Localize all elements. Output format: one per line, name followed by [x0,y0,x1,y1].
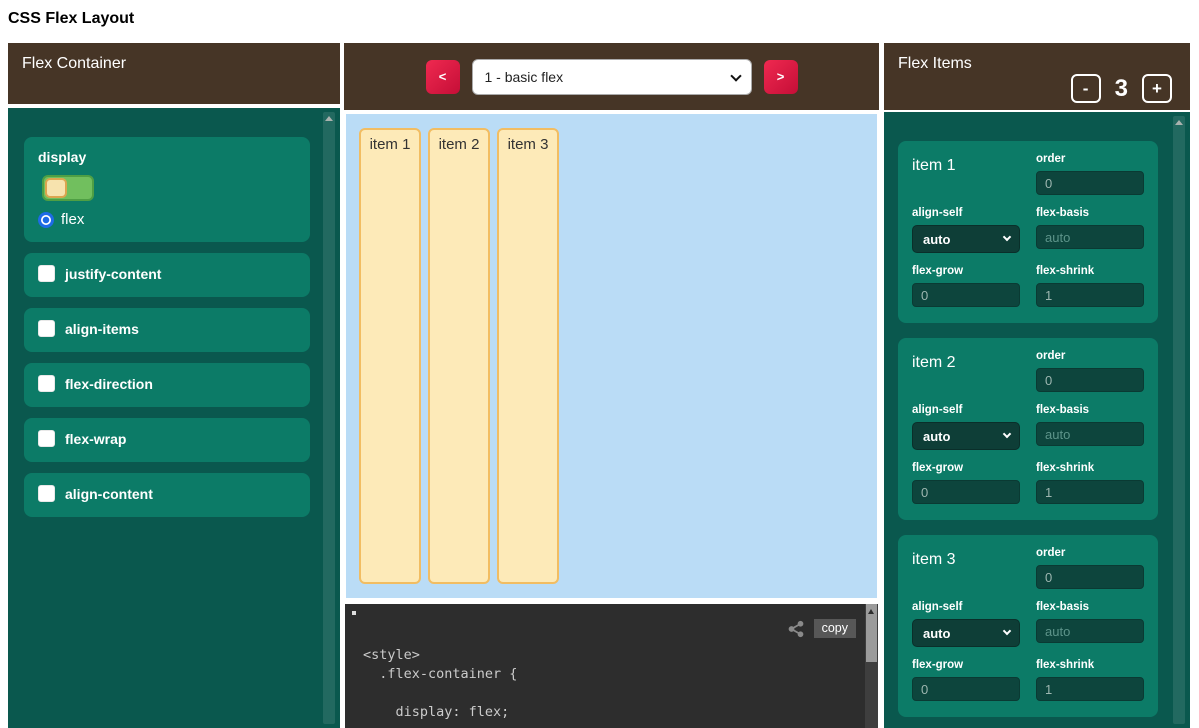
flex-container-panel: Flex Container display flex justify-cont… [8,43,340,728]
code-cursor-dot [352,611,356,615]
order-label: order [1036,153,1144,165]
property-card-align-content: align-content [24,473,310,517]
item-card-title: item 2 [912,350,1020,392]
code-scrollbar-thumb[interactable] [866,604,877,662]
item-count: 3 [1115,75,1128,103]
display-property-card: display flex [24,137,310,242]
align-items-checkbox[interactable] [38,320,55,337]
property-card-align-items: align-items [24,308,310,352]
flex-shrink-label: flex-shrink [1036,659,1144,671]
flex-container-panel-title: Flex Container [8,43,340,104]
flex-wrap-checkbox[interactable] [38,430,55,447]
flex-basis-label: flex-basis [1036,404,1144,416]
preview-flex-item-1: item 1 [359,128,421,584]
copy-code-button[interactable]: copy [814,619,856,638]
flex-direction-label: flex-direction [65,376,153,392]
align-self-select[interactable]: auto [912,422,1020,450]
flex-basis-input[interactable] [1036,225,1144,249]
align-self-label: align-self [912,207,1020,219]
flex-shrink-label: flex-shrink [1036,265,1144,277]
order-input[interactable] [1036,171,1144,195]
display-toggle[interactable] [42,175,94,201]
order-label: order [1036,547,1144,559]
flex-grow-label: flex-grow [912,265,1020,277]
display-flex-radio[interactable] [38,212,54,228]
flex-basis-label: flex-basis [1036,601,1144,613]
example-selector-bar: < 1 - basic flex > [344,43,879,110]
prev-example-button[interactable]: < [426,60,460,94]
flex-shrink-input[interactable] [1036,283,1144,307]
flex-container-panel-body: display flex justify-content align [8,108,340,728]
align-self-select[interactable]: auto [912,225,1020,253]
order-input[interactable] [1036,565,1144,589]
scroll-up-arrow-icon[interactable] [1175,120,1183,125]
scroll-up-arrow-icon[interactable] [868,609,874,614]
page-title: CSS Flex Layout [8,10,134,28]
display-toggle-knob [45,178,67,198]
code-line [363,684,517,703]
align-content-checkbox[interactable] [38,485,55,502]
flex-items-panel-title: Flex Items [898,55,972,72]
item-card-3: item 3 order align-self auto flex-basis [898,535,1158,717]
flex-wrap-label: flex-wrap [65,431,126,447]
example-select[interactable]: 1 - basic flex [472,59,752,95]
css-code-text: <style> .flex-container { display: flex; [363,646,517,722]
code-line: .flex-container { [363,665,517,684]
preview-panel: < 1 - basic flex > item 1 item 2 item 3 [344,43,879,728]
justify-content-label: justify-content [65,266,161,282]
code-scrollbar[interactable] [865,604,878,728]
flex-direction-checkbox[interactable] [38,375,55,392]
right-panel-scrollbar[interactable] [1173,116,1185,724]
item-card-title: item 1 [912,153,1020,195]
preview-panel-body: item 1 item 2 item 3 copy <st [344,112,879,728]
item-card-2: item 2 order align-self auto flex-basis [898,338,1158,520]
scroll-up-arrow-icon[interactable] [325,116,333,121]
align-items-label: align-items [65,321,139,337]
property-card-flex-wrap: flex-wrap [24,418,310,462]
flex-basis-input[interactable] [1036,422,1144,446]
flex-grow-input[interactable] [912,480,1020,504]
display-label: display [38,149,296,165]
align-self-label: align-self [912,601,1020,613]
flex-grow-label: flex-grow [912,462,1020,474]
display-flex-radio-label: flex [61,211,84,228]
align-self-label: align-self [912,404,1020,416]
align-content-label: align-content [65,486,153,502]
remove-item-button[interactable]: - [1071,74,1101,103]
order-label: order [1036,350,1144,362]
align-self-select[interactable]: auto [912,619,1020,647]
preview-flex-item-3: item 3 [497,128,559,584]
flex-container-preview: item 1 item 2 item 3 [346,114,877,598]
add-item-button[interactable]: + [1142,74,1172,103]
item-card-1: item 1 order align-self auto flex-basis [898,141,1158,323]
flex-grow-label: flex-grow [912,659,1020,671]
flex-basis-label: flex-basis [1036,207,1144,219]
item-card-title: item 3 [912,547,1020,589]
flex-grow-input[interactable] [912,283,1020,307]
code-line: display: flex; [363,703,517,722]
share-icon[interactable] [787,620,805,638]
flex-items-panel-body: item 1 order align-self auto flex-basis [884,112,1190,728]
flex-shrink-label: flex-shrink [1036,462,1144,474]
property-card-flex-direction: flex-direction [24,363,310,407]
preview-flex-item-2: item 2 [428,128,490,584]
justify-content-checkbox[interactable] [38,265,55,282]
flex-grow-input[interactable] [912,677,1020,701]
flex-basis-input[interactable] [1036,619,1144,643]
order-input[interactable] [1036,368,1144,392]
code-line: <style> [363,646,517,665]
flex-shrink-input[interactable] [1036,480,1144,504]
css-code-block: copy <style> .flex-container { display: … [345,604,878,728]
flex-shrink-input[interactable] [1036,677,1144,701]
left-panel-scrollbar[interactable] [323,112,335,724]
flex-items-panel: Flex Items - 3 + item 1 order align-self… [884,43,1190,728]
next-example-button[interactable]: > [764,60,798,94]
property-card-justify-content: justify-content [24,253,310,297]
